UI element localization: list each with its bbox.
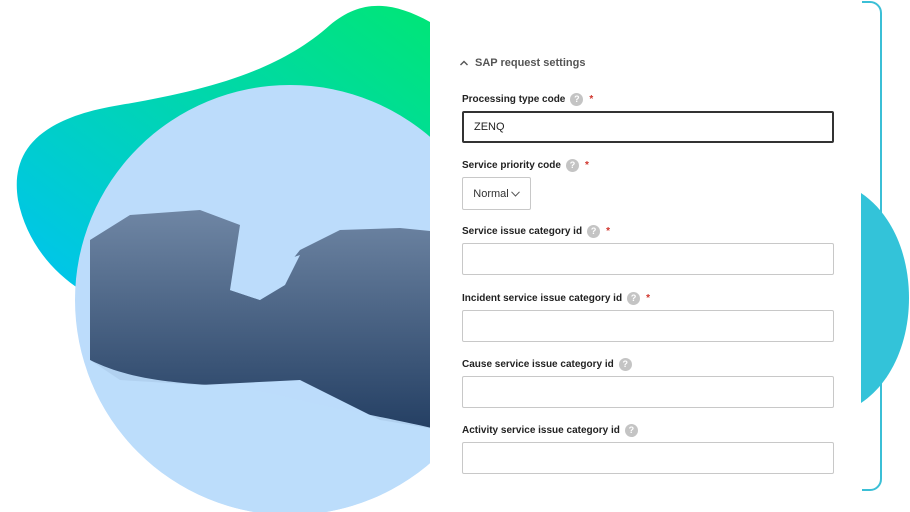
section-title: SAP request settings [475, 57, 586, 69]
field-label: Service priority code [462, 159, 561, 171]
field-cause-service-issue-category-id: Cause service issue category id? [462, 356, 834, 408]
required-marker: * [606, 225, 610, 237]
section-toggle[interactable]: SAP request settings [459, 57, 585, 69]
processing-type-code-input[interactable] [462, 111, 834, 143]
accent-half-circle [861, 193, 909, 403]
help-icon[interactable]: ? [624, 423, 638, 437]
field-processing-type-code: Processing type code? * [462, 91, 834, 143]
field-label: Processing type code [462, 93, 566, 105]
activity-service-issue-category-id-input[interactable] [462, 442, 834, 474]
chevron-up-icon [460, 60, 468, 66]
field-service-priority-code: Service priority code? * Normal [462, 157, 589, 210]
field-label: Incident service issue category id [462, 292, 623, 304]
service-issue-category-id-input[interactable] [462, 243, 834, 275]
field-incident-service-issue-category-id: Incident service issue category id? * [462, 290, 834, 342]
help-icon[interactable]: ? [570, 92, 584, 106]
field-label: Service issue category id [462, 225, 583, 237]
help-icon[interactable]: ? [627, 291, 641, 305]
help-icon[interactable]: ? [587, 224, 601, 238]
required-marker: * [589, 93, 594, 105]
required-marker: * [584, 159, 589, 171]
incident-service-issue-category-id-input[interactable] [462, 310, 834, 342]
cause-service-issue-category-id-input[interactable] [462, 376, 834, 408]
field-label: Cause service issue category id [462, 358, 614, 370]
help-icon[interactable]: ? [565, 158, 579, 172]
field-label: Activity service issue category id [462, 424, 620, 436]
field-activity-service-issue-category-id: Activity service issue category id? [462, 422, 834, 474]
help-icon[interactable]: ? [618, 357, 632, 371]
field-service-issue-category-id: Service issue category id? * [462, 223, 834, 275]
service-priority-select[interactable]: Normal [462, 177, 531, 210]
select-value: Normal [473, 187, 509, 200]
required-marker: * [646, 292, 650, 304]
chevron-down-icon [510, 190, 520, 197]
